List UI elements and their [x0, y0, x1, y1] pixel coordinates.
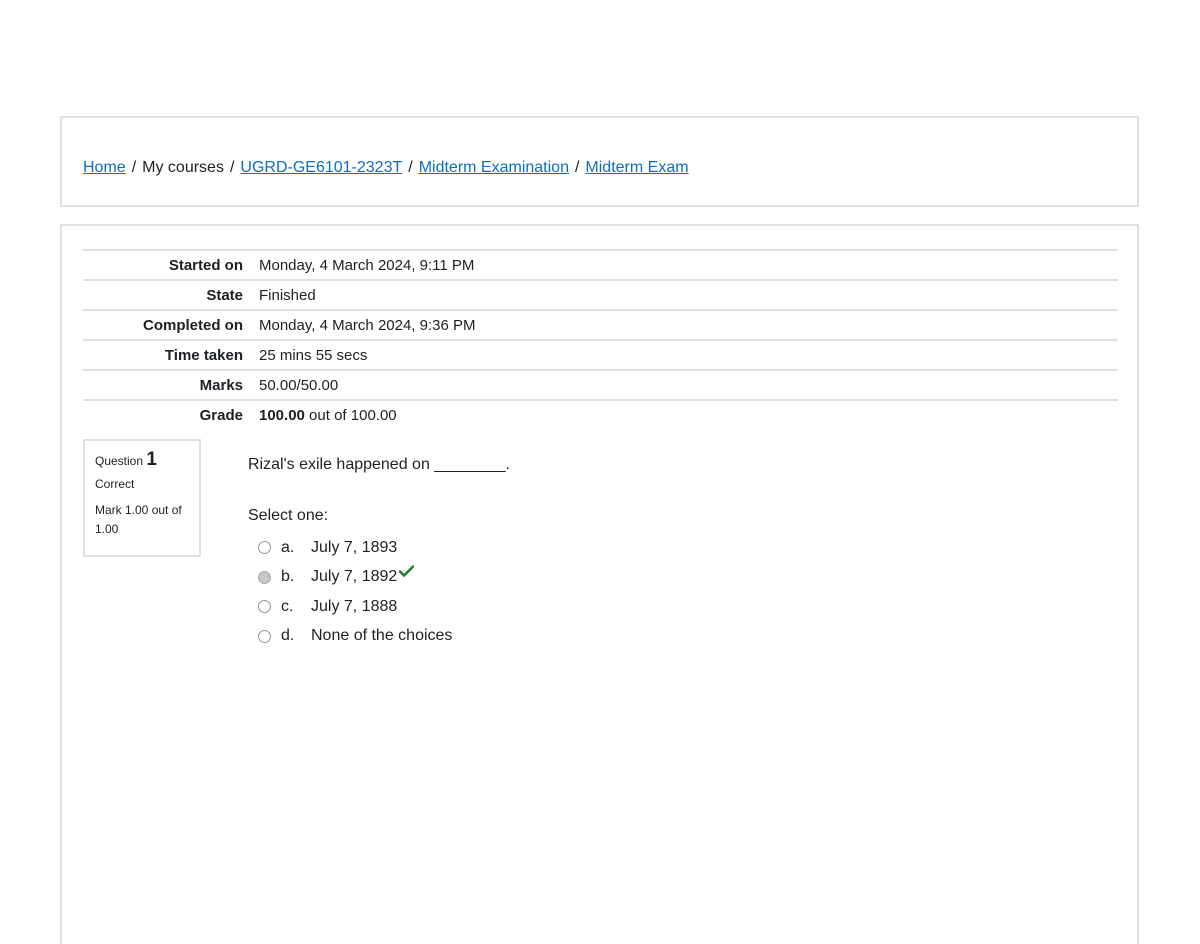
- option-text: July 7, 1888: [311, 597, 398, 615]
- summary-value: Monday, 4 March 2024, 9:36 PM: [259, 316, 476, 334]
- question-text: Rizal's exile happened on ________.: [248, 456, 510, 473]
- option-text: July 7, 1893: [311, 538, 398, 556]
- summary-value: 100.00 out of 100.00: [251, 400, 1118, 429]
- summary-row-started-on: Started on Monday, 4 March 2024, 9:11 PM: [83, 250, 1118, 280]
- summary-row-time-taken: Time taken 25 mins 55 secs: [83, 340, 1118, 370]
- summary-label: Time taken: [164, 346, 243, 364]
- check-icon: [398, 564, 415, 582]
- summary-value: Monday, 4 March 2024, 9:11 PM: [259, 256, 475, 274]
- breadcrumb-course-link[interactable]: UGRD-GE6101-2323T: [240, 159, 402, 176]
- question-info-box: Question 1 Correct Mark 1.00 out of 1.00: [83, 439, 201, 557]
- option-letter: a.: [281, 538, 295, 556]
- radio-button[interactable]: [258, 600, 271, 614]
- option-text: None of the choices: [311, 627, 453, 645]
- breadcrumb-separator: /: [131, 159, 137, 176]
- radio-button[interactable]: [258, 629, 271, 643]
- breadcrumb-separator: /: [408, 159, 413, 176]
- breadcrumb-card: Home / My courses / UGRD-GE6101-2323T / Midter…: [60, 116, 1139, 207]
- option-letter: d.: [281, 627, 295, 645]
- breadcrumb-separator: /: [574, 159, 580, 176]
- breadcrumb-home-link[interactable]: Home: [83, 159, 126, 176]
- question-label: Question: [95, 454, 144, 468]
- radio-button[interactable]: [258, 541, 271, 555]
- breadcrumb-quiz-link[interactable]: Midterm Exam: [585, 159, 688, 176]
- attempt-summary-table: Started on Monday, 4 March 2024, 9:11 PM…: [83, 249, 1118, 429]
- grade-value: 100.00: [259, 406, 305, 424]
- grade-out-of: out of 100.00: [304, 406, 397, 424]
- answer-options: a. July 7, 1893 b. July 7, 1892 c. July …: [258, 533, 452, 651]
- question-state: Correct: [95, 477, 135, 491]
- quiz-review-card: Started on Monday, 4 March 2024, 9:11 PM…: [60, 224, 1139, 944]
- summary-label: Started on: [168, 256, 243, 274]
- summary-value: Finished: [259, 286, 316, 304]
- summary-row-state: State Finished: [83, 280, 1118, 310]
- option-text: July 7, 1892: [311, 568, 398, 586]
- answer-option-a[interactable]: a. July 7, 1893: [258, 533, 452, 563]
- option-letter: b.: [281, 568, 295, 586]
- summary-label: Marks: [199, 376, 243, 394]
- answer-option-b[interactable]: b. July 7, 1892: [258, 563, 452, 593]
- summary-value: 25 mins 55 secs: [259, 346, 368, 364]
- answer-option-d[interactable]: d. None of the choices: [258, 622, 452, 652]
- answer-prompt: Select one:: [248, 507, 329, 524]
- question-mark: Mark 1.00 out of 1.00: [95, 503, 182, 536]
- summary-row-grade: Grade 100.00 out of 100.00: [83, 400, 1118, 429]
- breadcrumb-my-courses: My courses: [142, 159, 224, 176]
- summary-label: Completed on: [143, 316, 243, 334]
- answer-option-c[interactable]: c. July 7, 1888: [258, 592, 452, 622]
- summary-row-completed-on: Completed on Monday, 4 March 2024, 9:36 …: [83, 310, 1118, 340]
- breadcrumb: Home / My courses / UGRD-GE6101-2323T / Midter…: [83, 158, 689, 178]
- breadcrumb-section-link[interactable]: Midterm Examination: [419, 159, 569, 176]
- summary-value: 50.00/50.00: [259, 376, 339, 394]
- radio-button-selected[interactable]: [258, 570, 271, 584]
- summary-label: State: [206, 286, 243, 304]
- summary-label: Grade: [199, 406, 243, 424]
- question-number-value: 1: [146, 449, 157, 470]
- breadcrumb-separator: /: [229, 159, 235, 176]
- summary-row-marks: Marks 50.00/50.00: [83, 370, 1118, 400]
- option-letter: c.: [281, 597, 294, 615]
- question-number: Question 1: [95, 449, 189, 471]
